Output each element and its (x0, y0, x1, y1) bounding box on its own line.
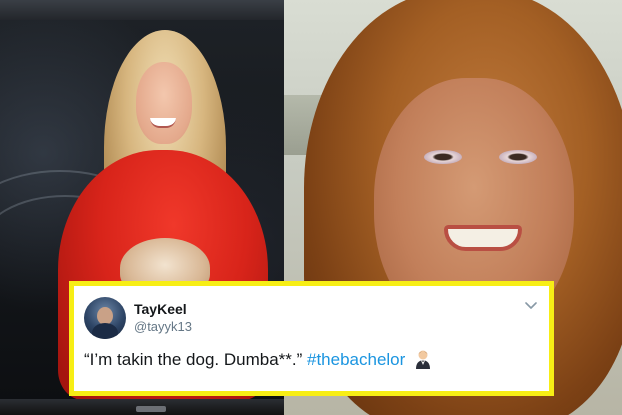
tv-bezel-bottom (0, 399, 288, 415)
tweet-card[interactable]: TayKeel @tayyk13 “I’m takin the dog. Dum… (69, 281, 554, 396)
user-handle[interactable]: @tayyk13 (134, 319, 192, 334)
woman-eye-right (499, 150, 537, 164)
hashtag-link[interactable]: #thebachelor (307, 350, 405, 369)
chevron-down-icon[interactable] (523, 298, 539, 314)
man-in-tuxedo-icon (414, 349, 432, 369)
tweet-quote: “I’m takin the dog. Dumba**.” (84, 350, 303, 369)
tweet-text: “I’m takin the dog. Dumba**.” #thebachel… (84, 349, 432, 370)
tv-bezel (0, 0, 288, 20)
tv-brand-logo (136, 406, 166, 412)
woman-eye-left (424, 150, 462, 164)
avatar[interactable] (84, 297, 126, 339)
display-name[interactable]: TayKeel (134, 301, 187, 317)
avatar-body (92, 323, 118, 339)
woman-smile (444, 225, 522, 251)
contestant-face (136, 62, 192, 144)
